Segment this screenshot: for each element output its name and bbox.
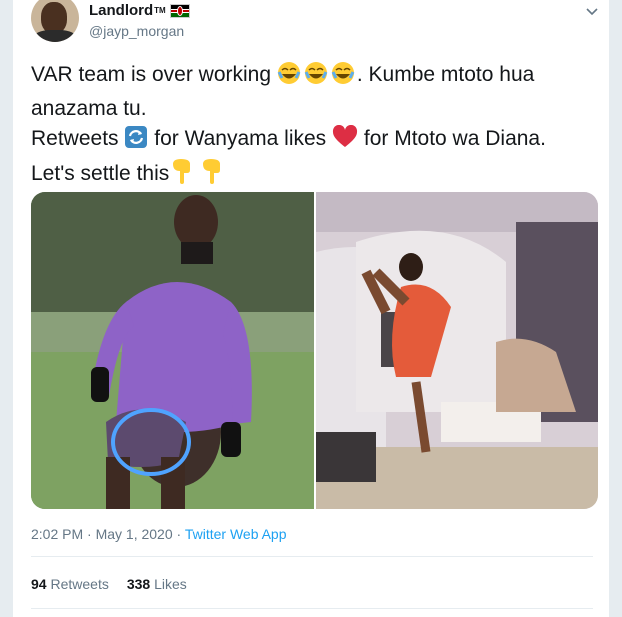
laughing-emoji-icon [277,61,357,94]
tweet-line-2a: Retweets [31,127,119,150]
photo-footballer[interactable] [31,192,314,509]
retweets-label: Retweets [50,576,109,592]
tweet-card: Landlord TM @jayp_morgan VAR team is over… [12,0,610,617]
likes-stat[interactable]: 338 Likes [127,576,187,592]
heart-icon [332,124,358,158]
tweet-stats: 94 Retweets 338 Likes [31,576,187,592]
display-name-text: Landlord [89,2,154,19]
divider [31,608,593,609]
retweets-stat[interactable]: 94 Retweets [31,576,109,592]
photo-dancer[interactable] [316,192,598,509]
likes-count: 338 [126,576,151,592]
retweet-arrows-icon [124,125,148,158]
tweet-line-1: VAR team is over working [31,63,272,86]
tweet-line-3: Let's settle this [31,162,170,185]
tweet-line-2c: for Mtoto wa Diana. [363,127,546,150]
user-handle[interactable]: @jayp_morgan [89,23,184,39]
tweet-meta: 2:02 PM · May 1, 2020 · Twitter Web App [31,526,287,542]
divider [31,556,593,557]
avatar[interactable] [31,0,79,42]
trademark-mark: TM [154,6,166,15]
kenya-flag-icon [169,3,190,18]
tweet-line-2b: for Wanyama likes [154,127,327,150]
pointing-down-emoji-icon [169,158,225,193]
chevron-down-icon[interactable] [584,4,600,20]
tweet-timestamp[interactable]: 2:02 PM · May 1, 2020 · [31,526,181,542]
retweets-count: 94 [31,576,47,592]
tweet-text: VAR team is over working . Kumbe mtoto h… [31,60,601,193]
display-name[interactable]: Landlord TM [89,2,190,19]
tweet-source-link[interactable]: Twitter Web App [185,526,287,542]
likes-label: Likes [154,576,187,592]
tweet-media[interactable] [31,192,598,509]
